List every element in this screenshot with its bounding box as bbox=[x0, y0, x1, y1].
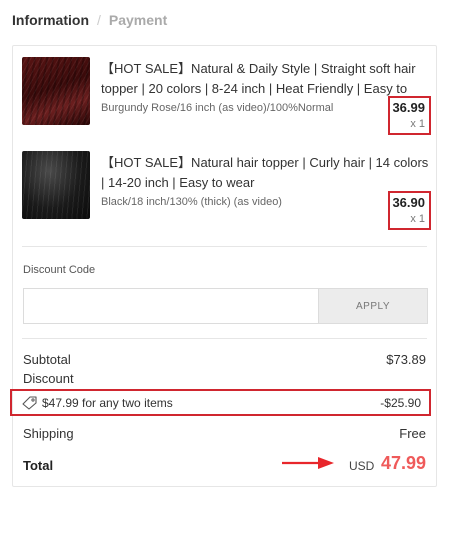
item-quantity: x 1 bbox=[410, 118, 425, 130]
item-price: 36.99 bbox=[392, 100, 425, 115]
item-price-highlight: 36.99 x 1 bbox=[388, 96, 431, 135]
item-price: 36.90 bbox=[392, 195, 425, 210]
product-title: 【HOT SALE】Natural & Daily Style | Straig… bbox=[101, 61, 416, 96]
divider bbox=[22, 246, 427, 247]
divider bbox=[22, 338, 427, 339]
subtotal-label: Subtotal bbox=[23, 352, 71, 367]
promo-description: $47.99 for any two items bbox=[42, 396, 173, 410]
apply-button[interactable]: APPLY bbox=[318, 288, 428, 324]
discount-label: Discount bbox=[23, 371, 74, 386]
product-variant: Burgundy Rose/16 inch (as video)/100%Nor… bbox=[101, 102, 334, 114]
discount-code-input[interactable] bbox=[23, 288, 318, 324]
product-thumbnail[interactable] bbox=[22, 151, 90, 219]
arrow-right-icon bbox=[282, 457, 334, 469]
shipping-value: Free bbox=[399, 426, 426, 441]
breadcrumb: Information / Payment bbox=[12, 12, 167, 28]
order-summary-card: 【HOT SALE】Natural & Daily Style | Straig… bbox=[10, 45, 437, 487]
breadcrumb-payment[interactable]: Payment bbox=[109, 12, 167, 28]
item-price-highlight: 36.90 x 1 bbox=[388, 191, 431, 230]
promo-discount-row: $47.99 for any two items -$25.90 bbox=[10, 389, 431, 416]
total-amount: 47.99 bbox=[380, 453, 426, 473]
product-thumbnail[interactable] bbox=[22, 57, 90, 125]
breadcrumb-separator: / bbox=[97, 12, 101, 28]
shipping-label: Shipping bbox=[23, 426, 74, 441]
product-title: 【HOT SALE】Natural hair topper | Curly ha… bbox=[101, 155, 429, 190]
subtotal-value: $73.89 bbox=[386, 352, 426, 367]
item-quantity: x 1 bbox=[410, 213, 425, 225]
discount-code-label: Discount Code bbox=[23, 264, 96, 276]
promo-amount: -$25.90 bbox=[380, 396, 421, 410]
breadcrumb-information[interactable]: Information bbox=[12, 12, 89, 28]
tag-icon bbox=[22, 396, 37, 410]
total-label: Total bbox=[23, 458, 54, 473]
total-currency: USD bbox=[349, 459, 375, 473]
product-variant: Black/18 inch/130% (thick) (as video) bbox=[101, 196, 282, 208]
